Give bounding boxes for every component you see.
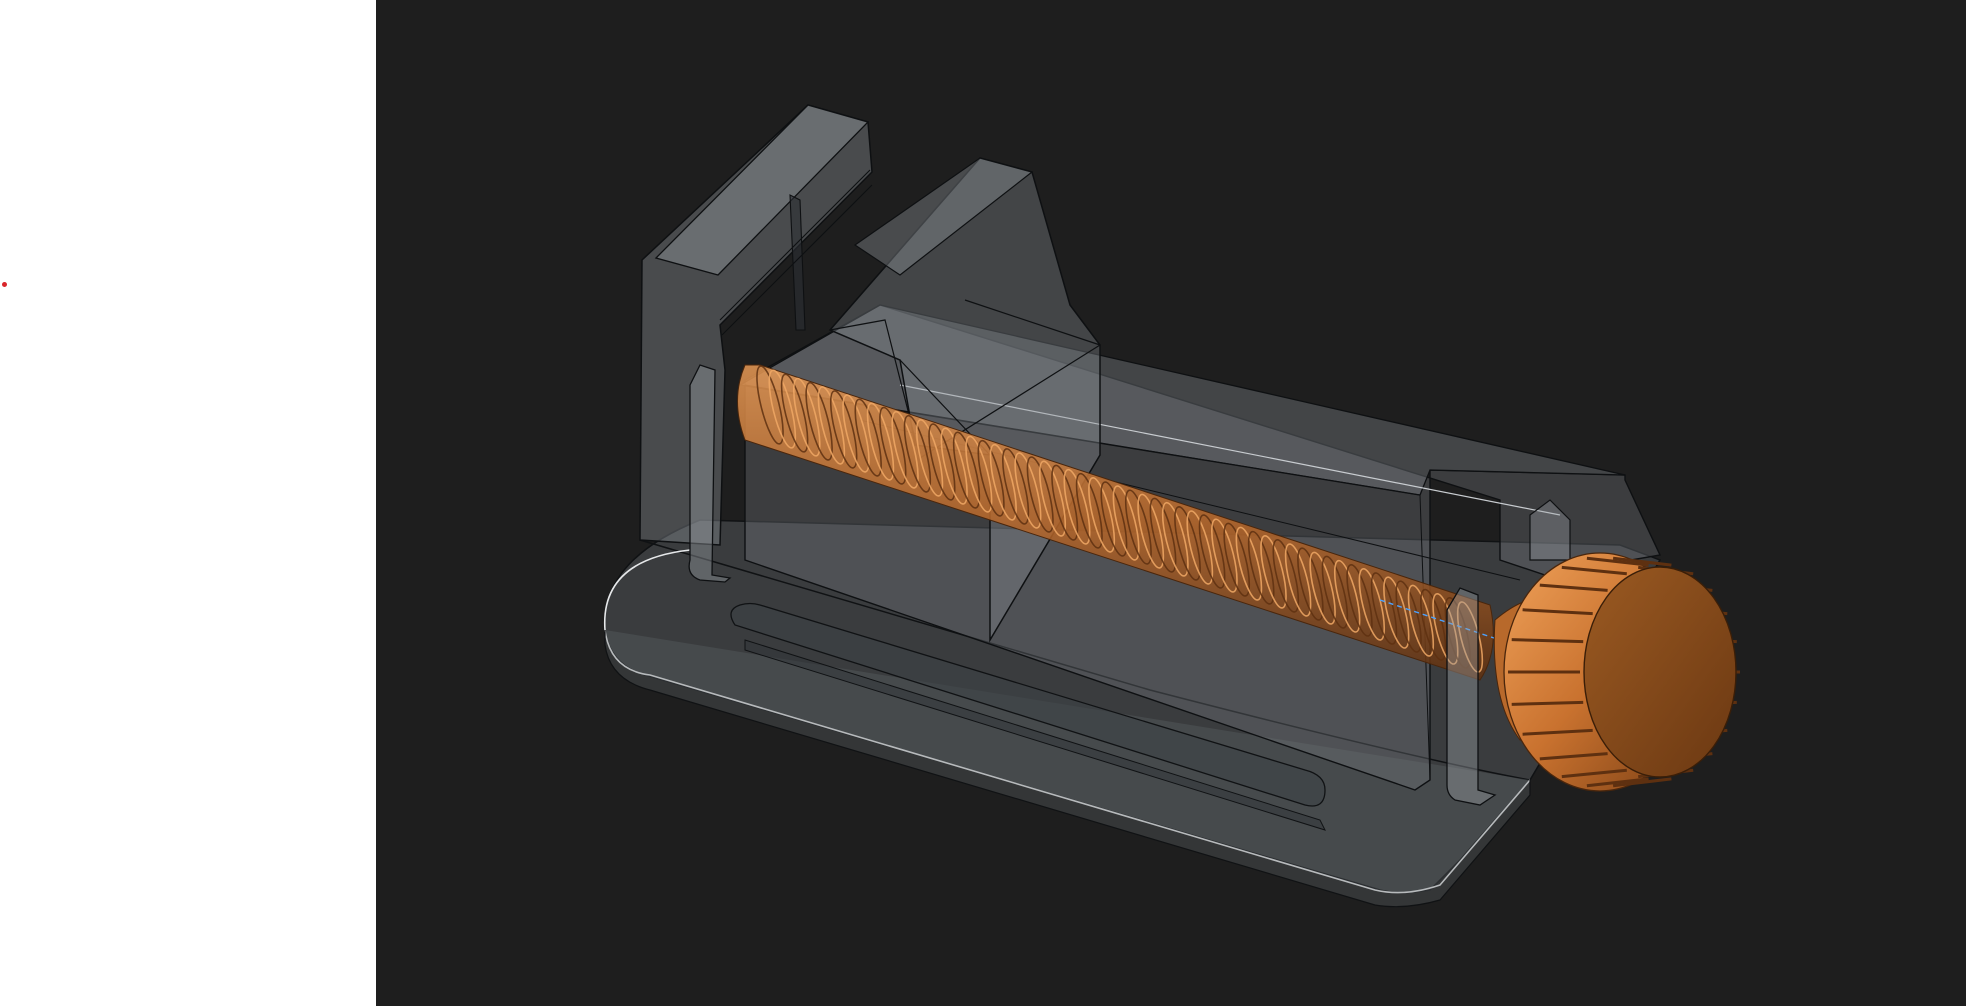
knurl-ridge	[1511, 700, 1584, 706]
knurled-knob[interactable]	[1493, 552, 1740, 792]
side-panel	[0, 0, 376, 1006]
knurl-ridge	[1511, 638, 1584, 644]
cad-application	[0, 0, 1966, 1006]
vise-model-render[interactable]	[376, 0, 1966, 1006]
knob-end-cap	[1583, 566, 1737, 778]
selection-marker[interactable]	[2, 282, 7, 287]
3d-viewport[interactable]	[376, 0, 1966, 1006]
